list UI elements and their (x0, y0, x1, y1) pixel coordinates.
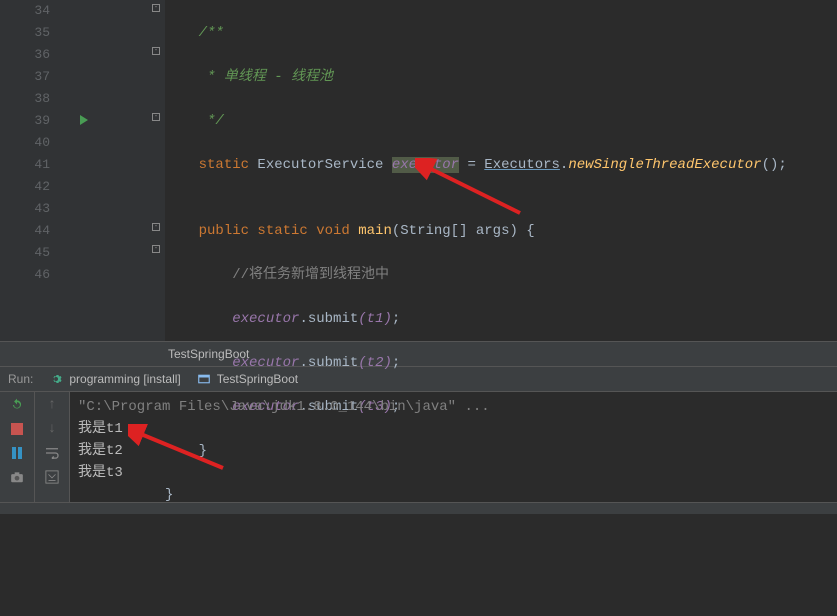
scroll-to-end-icon[interactable] (45, 470, 59, 484)
console-line: 我是t2 (78, 440, 829, 462)
run-toolbar-left (0, 392, 35, 502)
fold-icon[interactable]: - (152, 245, 160, 253)
stop-icon[interactable] (10, 422, 24, 436)
fold-icon[interactable]: - (152, 47, 160, 55)
console-line: 我是t1 (78, 418, 829, 440)
pause-icon[interactable] (10, 446, 24, 460)
run-line-icon[interactable] (80, 115, 88, 125)
camera-icon[interactable] (10, 470, 24, 484)
line-number-gutter: 343536373839 40414243444546 (0, 0, 70, 341)
console-line: 我是t3 (78, 462, 829, 484)
fold-icon[interactable]: - (152, 4, 160, 12)
fold-icon[interactable]: - (152, 113, 160, 121)
run-toolbar-right: ↑ ↓ (35, 392, 70, 502)
fold-icon[interactable]: - (152, 223, 160, 231)
console-output[interactable]: "C:\Program Files\Java\jdk1.8.0_144\bin\… (70, 392, 837, 502)
down-arrow-icon[interactable]: ↓ (45, 422, 59, 436)
code-content[interactable]: ..../** .... * 单线程 - 线程池 .... */ ....sta… (165, 0, 837, 341)
code-editor[interactable]: 343536373839 40414243444546 - - - - - ..… (0, 0, 837, 342)
rerun-icon[interactable] (10, 398, 24, 412)
up-arrow-icon[interactable]: ↑ (45, 398, 59, 412)
run-label: Run: (0, 372, 41, 386)
console-command: "C:\Program Files\Java\jdk1.8.0_144\bin\… (78, 396, 829, 418)
gear-icon (49, 372, 63, 386)
editor-icon-gutter: - - - - - (70, 0, 165, 341)
soft-wrap-icon[interactable] (45, 446, 59, 460)
